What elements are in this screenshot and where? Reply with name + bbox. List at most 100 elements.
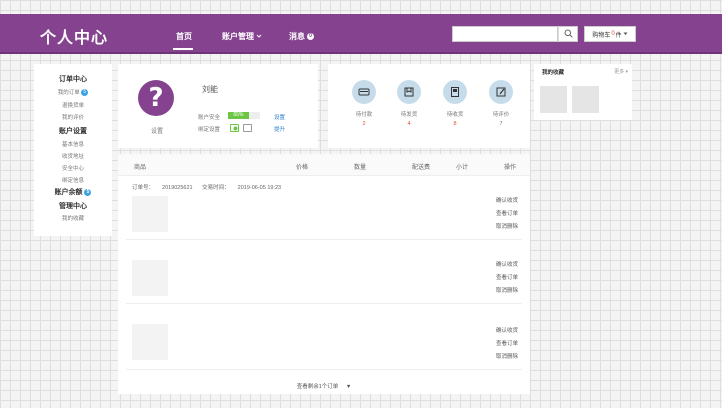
sidebar-heading-orders: 订单中心 [59,76,87,83]
bind-label: 绑定设置 [198,127,221,133]
status-pending-payment[interactable]: 待付款 2 [349,80,379,127]
bind-upgrade-link[interactable]: 提升 [274,125,285,133]
nav-home[interactable]: 首页 [176,31,192,42]
status-count: 2 [362,121,366,127]
cancel-delete-button[interactable]: 取消删除 [496,222,518,230]
cart-prefix: 购物车 [592,32,611,39]
orders-table: 商品 价格 数量 配送费 小计 操作 订单号： 2019025621 交易时间： 2… [118,154,530,394]
load-more-label: 查看剩余1个订单 [296,384,339,390]
search-button[interactable] [558,26,578,42]
sidebar-item-reviews[interactable]: 我的评价 [34,113,112,121]
row-divider [126,239,522,240]
order-status-summary: 待付款 2 待发货 4 待收货 8 待评价 7 [328,64,530,148]
cancel-delete-button[interactable]: 取消删除 [496,352,518,360]
sidebar-item-label: 我的订单 [57,90,80,96]
load-more-orders[interactable]: 查看剩余1个订单 ▼ [118,382,530,390]
box-icon [443,80,467,104]
sidebar-heading-management: 管理中心 [59,203,87,210]
profile-card: ? 设置 刘能 账户安全 65% 设置 绑定设置 提升 [118,64,318,148]
sidebar-item-basic-info[interactable]: 基本信息 [34,140,112,148]
nav-home-label: 首页 [176,32,192,41]
order-no: 2019025621 [162,185,193,191]
nav-messages[interactable]: 消息 0 [289,31,314,42]
search-input[interactable] [452,26,558,42]
security-progress-bar: 65% [228,112,260,119]
product-thumbnail[interactable] [132,196,168,232]
cancel-delete-button[interactable]: 取消删除 [496,286,518,294]
status-label: 待评价 [492,112,510,118]
balance-badge: 5 [84,188,92,196]
status-count: 4 [407,121,411,127]
caret-down-icon: ▼ [345,384,352,390]
favorites-more-link[interactable]: 更多 ▾ [614,68,628,75]
favorite-thumbnail[interactable] [540,86,567,113]
sidebar-item-favorites[interactable]: 我的收藏 [34,214,112,222]
confirm-receipt-button[interactable]: 确认收货 [496,196,518,204]
user-name: 刘能 [202,85,218,94]
nav-account-management[interactable]: 账户管理 [222,31,262,42]
favorites-title: 我的收藏 [542,70,565,76]
cart-button[interactable]: 购物车 0 件 [584,26,636,42]
phone-bind-icon[interactable] [230,124,239,132]
nav-active-indicator [173,48,193,50]
confirm-receipt-button[interactable]: 确认收货 [496,326,518,334]
col-shipping: 配送费 [412,165,431,171]
confirm-receipt-button[interactable]: 确认收货 [496,260,518,268]
product-thumbnail[interactable] [132,324,168,360]
order-time: 2019-06-05 19:23 [237,185,282,191]
col-actions: 操作 [504,165,517,171]
col-subtotal: 小计 [456,165,469,171]
sidebar-item-address[interactable]: 收货地址 [34,152,112,160]
status-pending-review[interactable]: 待评价 7 [486,80,516,127]
favorite-thumbnail[interactable] [572,86,599,113]
sidebar: 订单中心 我的订单 5 退换货单 我的评价 账户设置 基本信息 收货地址 安全中… [34,64,112,236]
cart-suffix: 件 [615,32,622,39]
nav-account-label: 账户管理 [222,32,254,41]
status-label: 待收货 [446,112,464,118]
security-label: 账户安全 [198,115,221,121]
sidebar-item-my-orders[interactable]: 我的订单 5 [34,88,112,97]
col-quantity: 数量 [354,165,367,171]
row-divider [126,303,522,304]
order-meta: 订单号： 2019025621 交易时间： 2019-06-05 19:23 [132,183,289,191]
view-order-button[interactable]: 查看订单 [496,273,518,281]
order-no-label: 订单号： [132,185,155,191]
security-settings-link[interactable]: 设置 [274,113,285,121]
sidebar-item-security[interactable]: 安全中心 [34,164,112,172]
security-progress-fill: 65% [228,112,249,119]
email-bind-icon[interactable] [243,124,252,132]
search-icon [564,29,573,40]
status-label: 待付款 [355,112,373,118]
status-pending-receipt[interactable]: 待收货 8 [440,80,470,127]
chevron-down-icon: ▾ [625,69,628,75]
order-time-label: 交易时间： [202,185,230,191]
status-count: 7 [499,121,503,127]
avatar-settings-link[interactable]: 设置 [151,126,163,135]
sidebar-heading-account: 账户设置 [59,128,87,135]
view-order-button[interactable]: 查看订单 [496,339,518,347]
avatar[interactable]: ? [138,80,174,116]
chevron-down-icon [256,32,262,41]
status-label: 待发货 [400,112,418,118]
cart-count: 0 [611,31,615,37]
wallet-icon [352,80,376,104]
caret-down-icon [623,31,628,38]
col-product: 商品 [134,165,147,171]
product-thumbnail[interactable] [132,260,168,296]
message-count-badge: 0 [307,33,314,40]
site-logo[interactable]: 个人中心 [40,24,108,48]
nav-messages-label: 消息 [289,32,305,41]
status-pending-shipment[interactable]: 待发货 4 [394,80,424,127]
sidebar-item-returns[interactable]: 退换货单 [34,101,112,109]
view-order-button[interactable]: 查看订单 [496,209,518,217]
table-header: 商品 价格 数量 配送费 小计 操作 [118,154,530,176]
my-orders-badge: 5 [81,89,89,97]
row-divider [126,369,522,370]
favorites-panel: 我的收藏 更多 ▾ [534,64,632,120]
sidebar-item-label: 账户余额 [54,189,83,196]
col-price: 价格 [296,165,309,171]
edit-icon [489,80,513,104]
package-icon [397,80,421,104]
sidebar-item-balance[interactable]: 账户余额 5 [34,187,112,197]
sidebar-item-bind-info[interactable]: 绑定信息 [34,176,112,184]
